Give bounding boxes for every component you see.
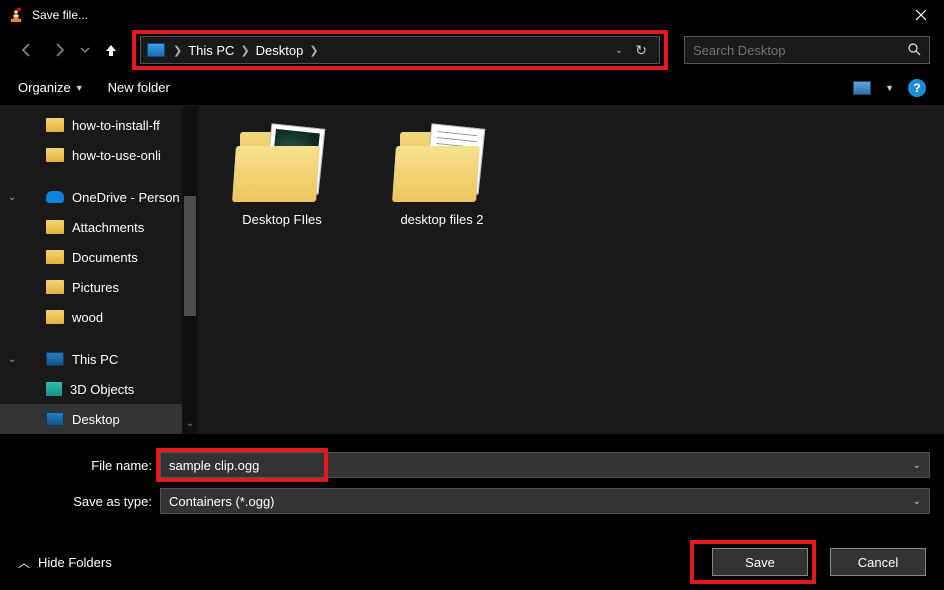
save-highlight: Save (690, 540, 816, 584)
search-input[interactable] (693, 43, 907, 58)
help-icon[interactable]: ? (908, 79, 926, 97)
new-folder-button[interactable]: New folder (108, 80, 170, 95)
folder-icon (46, 148, 64, 162)
tree-item-label: Pictures (72, 280, 119, 295)
folder-thumbnail (234, 124, 330, 202)
back-button[interactable] (14, 37, 40, 63)
tree-item[interactable]: ⌄ OneDrive - Person (0, 182, 198, 212)
folder-name: desktop files 2 (382, 212, 502, 227)
thispc-icon (46, 412, 64, 426)
tree-item-label: OneDrive - Person (72, 190, 180, 205)
breadcrumb-root[interactable]: This PC (184, 43, 238, 58)
chevron-down-icon[interactable]: ⌄ (913, 460, 921, 471)
tree-item[interactable]: wood (0, 302, 198, 332)
tree-item[interactable]: ⌄ This PC (0, 344, 198, 374)
folder-icon (46, 220, 64, 234)
tree-item-label: 3D Objects (70, 382, 134, 397)
tree-item-label: This PC (72, 352, 118, 367)
folder-icon (46, 310, 64, 324)
title-bar: Save file... (0, 0, 944, 30)
expand-icon[interactable]: ⌄ (8, 354, 16, 365)
hide-folders-label: Hide Folders (38, 555, 112, 570)
tree-item[interactable]: how-to-install-ff (0, 110, 198, 140)
search-icon[interactable] (907, 42, 921, 59)
nav-row: ❯ This PC ❯ Desktop ❯ ⌄ ↻ (0, 30, 944, 70)
folder-name: Desktop FIles (222, 212, 342, 227)
window-title: Save file... (32, 8, 88, 22)
folder-icon (46, 250, 64, 264)
save-button[interactable]: Save (712, 548, 808, 576)
forward-button[interactable] (46, 37, 72, 63)
vlc-icon (8, 7, 24, 23)
folder-item[interactable]: Desktop FIles (222, 124, 342, 227)
tree-scrollbar[interactable]: ⌄ (182, 106, 198, 434)
view-icon[interactable] (853, 81, 871, 95)
address-bar-highlight: ❯ This PC ❯ Desktop ❯ ⌄ ↻ (132, 30, 668, 70)
thispc-icon (46, 352, 64, 366)
save-label: Save (745, 555, 775, 570)
cancel-button[interactable]: Cancel (830, 548, 926, 576)
recent-dropdown[interactable] (78, 37, 92, 63)
save-form: File name: sample clip.ogg ⌄ Save as typ… (0, 434, 944, 514)
chevron-down-icon[interactable]: ⌄ (913, 496, 921, 507)
tree-item[interactable]: Documents (0, 242, 198, 272)
tree-item-label: Documents (72, 250, 138, 265)
this-pc-icon (147, 43, 165, 57)
organize-label: Organize (18, 80, 71, 95)
view-dropdown[interactable]: ▼ (885, 83, 894, 93)
address-dropdown[interactable]: ⌄ (609, 45, 629, 56)
breadcrumb-folder[interactable]: Desktop (252, 43, 308, 58)
tree-item[interactable]: Pictures (0, 272, 198, 302)
toolbar: Organize ▼ New folder ▼ ? (0, 70, 944, 106)
address-bar[interactable]: ❯ This PC ❯ Desktop ❯ ⌄ ↻ (140, 36, 660, 64)
refresh-button[interactable]: ↻ (629, 42, 653, 59)
organize-menu[interactable]: Organize ▼ (18, 80, 84, 95)
new-folder-label: New folder (108, 80, 170, 95)
tree-item-label: how-to-install-ff (72, 118, 160, 133)
tree-item-label: wood (72, 310, 103, 325)
tree-item[interactable]: how-to-use-onli (0, 140, 198, 170)
expand-icon[interactable]: ⌄ (8, 192, 16, 203)
chevron-down-icon: ▼ (75, 83, 84, 93)
file-area[interactable]: Desktop FIles desktop files 2 (198, 106, 944, 434)
chevron-right-icon[interactable]: ❯ (171, 44, 184, 57)
filename-label: File name: (14, 458, 160, 473)
search-box[interactable] (684, 36, 930, 64)
dialog-body: how-to-install-ff how-to-use-onli ⌄ OneDriv… (0, 106, 944, 434)
scrollbar-thumb[interactable] (184, 196, 196, 316)
folder-icon (46, 118, 64, 132)
tree-item[interactable]: Attachments (0, 212, 198, 242)
up-button[interactable] (98, 37, 124, 63)
folder-tree[interactable]: how-to-install-ff how-to-use-onli ⌄ OneDriv… (0, 106, 198, 434)
obj3d-icon (46, 382, 62, 396)
close-button[interactable] (898, 0, 944, 30)
tree-item-label: Attachments (72, 220, 144, 235)
type-value: Containers (*.ogg) (169, 494, 275, 509)
onedrive-icon (46, 191, 64, 203)
filename-field[interactable]: sample clip.ogg ⌄ (160, 452, 930, 478)
chevron-right-icon[interactable]: ❯ (307, 44, 320, 57)
filename-value: sample clip.ogg (169, 458, 259, 473)
type-field[interactable]: Containers (*.ogg) ⌄ (160, 488, 930, 514)
folder-thumbnail (394, 124, 490, 202)
cancel-label: Cancel (858, 555, 898, 570)
tree-item[interactable]: 3D Objects (0, 374, 198, 404)
folder-icon (46, 280, 64, 294)
chevron-up-icon: ︿ (18, 554, 30, 571)
footer: ︿ Hide Folders Save Cancel (0, 534, 944, 590)
type-label: Save as type: (14, 494, 160, 509)
tree-item-label: Desktop (72, 412, 120, 427)
scroll-down-icon[interactable]: ⌄ (184, 418, 196, 432)
tree-item-label: how-to-use-onli (72, 148, 161, 163)
folder-item[interactable]: desktop files 2 (382, 124, 502, 227)
chevron-right-icon[interactable]: ❯ (238, 44, 251, 57)
tree-item[interactable]: Desktop (0, 404, 198, 434)
hide-folders-button[interactable]: ︿ Hide Folders (18, 554, 112, 571)
